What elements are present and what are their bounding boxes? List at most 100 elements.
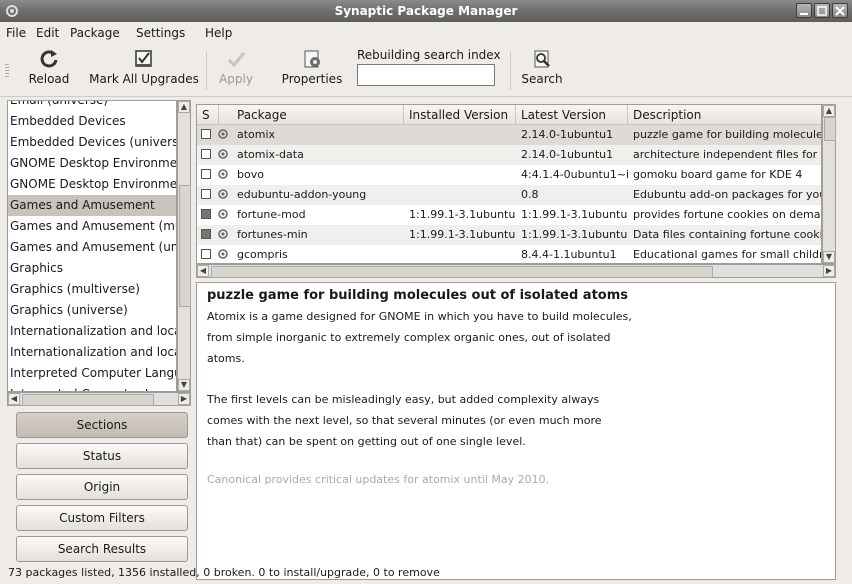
menu-settings[interactable]: Settings <box>136 26 185 40</box>
section-item[interactable]: Games and Amusement (multiverse) <box>8 216 176 237</box>
custom-filters-label: Custom Filters <box>59 511 145 525</box>
section-item[interactable]: Interpreted Computer Languages <box>8 384 176 391</box>
scroll-thumb[interactable] <box>211 266 713 278</box>
menu-help[interactable]: Help <box>205 26 232 40</box>
package-status-checkbox[interactable] <box>201 189 211 199</box>
scroll-thumb[interactable] <box>22 394 154 406</box>
package-name: gcompris <box>237 248 288 261</box>
package-row[interactable]: gcompris 8.4.4-1.1ubuntu1 Educational game… <box>197 245 822 263</box>
package-status-checkbox[interactable] <box>201 229 211 239</box>
mark-all-upgrades-button[interactable]: Mark All Upgrades <box>88 48 200 86</box>
package-name: fortunes-min <box>237 228 308 241</box>
package-status-checkbox[interactable] <box>201 209 211 219</box>
section-item[interactable]: Internationalization and localization <box>8 342 176 363</box>
scroll-down-arrow-icon[interactable]: ▼ <box>823 251 835 263</box>
scroll-thumb[interactable] <box>824 117 836 141</box>
package-name: fortune-mod <box>237 208 306 221</box>
properties-button[interactable]: Properties <box>280 48 344 86</box>
column-header-status[interactable]: S <box>197 105 219 125</box>
section-item[interactable]: Email (universe) <box>8 101 176 111</box>
section-item[interactable]: Embedded Devices <box>8 111 176 132</box>
package-row[interactable]: fortune-mod 1:1.99.1-3.1ubuntu1 1:1.99.1-3… <box>197 205 821 225</box>
close-icon <box>835 6 845 16</box>
package-description: Data files containing fortune cookies <box>633 228 822 241</box>
apply-button[interactable]: Apply <box>212 48 260 86</box>
toolbar: Reload Mark All Upgrades Apply Propertie… <box>0 44 852 97</box>
search-results-label: Search Results <box>57 542 147 556</box>
section-item[interactable]: Games and Amusement (universe) <box>8 237 176 258</box>
status-filter-button[interactable]: Status <box>16 443 188 469</box>
custom-filters-button[interactable]: Custom Filters <box>16 505 188 531</box>
package-row[interactable]: edubuntu-addon-young 0.8 Edubuntu add-on p… <box>197 185 821 205</box>
menu-bar: File Edit Package Settings Help <box>0 22 852 44</box>
search-results-button[interactable]: Search Results <box>16 536 188 562</box>
scroll-up-arrow-icon[interactable]: ▲ <box>178 101 190 113</box>
package-table-vscrollbar[interactable]: ▲ ▼ <box>822 104 836 264</box>
section-item[interactable]: Graphics (universe) <box>8 300 176 321</box>
maximize-button[interactable] <box>814 3 830 18</box>
package-row[interactable]: bovo 4:4.1.4-0ubuntu1~intrepid1 gomoku boa… <box>197 165 821 185</box>
package-support-icon <box>218 209 228 219</box>
close-button[interactable] <box>832 3 848 18</box>
menu-file[interactable]: File <box>6 26 26 40</box>
section-list-hscrollbar[interactable]: ◀ ▶ <box>7 392 191 406</box>
description-title: puzzle game for building molecules out o… <box>207 288 629 303</box>
package-row[interactable]: fortunes-min 1:1.99.1-3.1ubuntu1 1:1.99.1-… <box>197 225 822 245</box>
menu-package[interactable]: Package <box>70 26 120 40</box>
section-item[interactable]: GNOME Desktop Environment <box>8 153 176 174</box>
apply-label: Apply <box>219 72 253 86</box>
section-item[interactable]: Graphics <box>8 258 176 279</box>
search-status-label: Rebuilding search index <box>357 48 501 62</box>
installed-version: 1:1.99.1-3.1ubuntu1 <box>409 228 516 241</box>
title-bar[interactable]: Synaptic Package Manager <box>0 0 852 22</box>
scroll-right-arrow-icon[interactable]: ▶ <box>178 393 190 405</box>
scroll-left-arrow-icon[interactable]: ◀ <box>8 393 20 405</box>
scroll-right-arrow-icon[interactable]: ▶ <box>823 265 835 277</box>
package-status-checkbox[interactable] <box>201 249 211 259</box>
package-table[interactable]: S Package Installed Version Latest Versi… <box>196 104 822 264</box>
package-status-checkbox[interactable] <box>201 169 211 179</box>
toolbar-grip[interactable] <box>5 64 9 78</box>
column-header-latest-version[interactable]: Latest Version <box>516 105 628 125</box>
sections-filter-button[interactable]: Sections <box>16 412 188 438</box>
search-button[interactable]: Search <box>518 48 566 86</box>
package-table-hscrollbar[interactable]: ◀ ▶ <box>196 264 836 278</box>
section-list-vscrollbar[interactable]: ▲ ▼ <box>177 100 191 392</box>
package-status-checkbox[interactable] <box>201 149 211 159</box>
package-description-panel: puzzle game for building molecules out o… <box>196 282 836 580</box>
toolbar-separator <box>510 52 511 90</box>
mark-upgrades-icon <box>135 50 152 67</box>
sections-filter-label: Sections <box>76 418 128 432</box>
section-item[interactable]: Embedded Devices (universe) <box>8 132 176 153</box>
package-support-icon <box>218 169 228 179</box>
section-item[interactable]: Interpreted Computer Languages <box>8 363 176 384</box>
description-line: Atomix is a game designed for GNOME in w… <box>207 310 632 323</box>
menu-edit[interactable]: Edit <box>36 26 59 40</box>
toolbar-separator <box>206 52 207 90</box>
section-item[interactable]: Games and Amusement <box>8 195 176 216</box>
installed-version: 1:1.99.1-3.1ubuntu1 <box>409 208 516 221</box>
section-item[interactable]: Internationalization and localization <box>8 321 176 342</box>
origin-filter-button[interactable]: Origin <box>16 474 188 500</box>
scroll-up-arrow-icon[interactable]: ▲ <box>823 105 835 117</box>
column-header-package[interactable]: Package <box>219 105 404 125</box>
section-item[interactable]: Graphics (multiverse) <box>8 279 176 300</box>
package-row[interactable]: atomix-data 2.14.0-1ubuntu1 architecture i… <box>197 145 821 165</box>
package-status-checkbox[interactable] <box>201 129 211 139</box>
reload-button[interactable]: Reload <box>20 48 78 86</box>
scroll-left-arrow-icon[interactable]: ◀ <box>197 265 209 277</box>
quick-search-input[interactable] <box>357 64 495 86</box>
package-row[interactable]: atomix 2.14.0-1ubuntu1 puzzle game for bui… <box>197 125 821 145</box>
latest-version: 1:1.99.1-3.1ubuntu1 <box>521 228 628 241</box>
column-header-description[interactable]: Description <box>628 105 821 125</box>
installed-version <box>409 125 516 145</box>
minimize-icon <box>800 13 808 15</box>
column-header-installed-version[interactable]: Installed Version <box>404 105 516 125</box>
scroll-down-arrow-icon[interactable]: ▼ <box>178 379 190 391</box>
section-list[interactable]: Email (universe) Embedded Devices Embedded… <box>7 100 177 392</box>
status-filter-label: Status <box>82 449 122 463</box>
scroll-thumb[interactable] <box>179 185 191 307</box>
package-description: Educational games for small children <box>633 248 822 261</box>
section-item[interactable]: GNOME Desktop Environment <box>8 174 176 195</box>
minimize-button[interactable] <box>796 3 812 18</box>
